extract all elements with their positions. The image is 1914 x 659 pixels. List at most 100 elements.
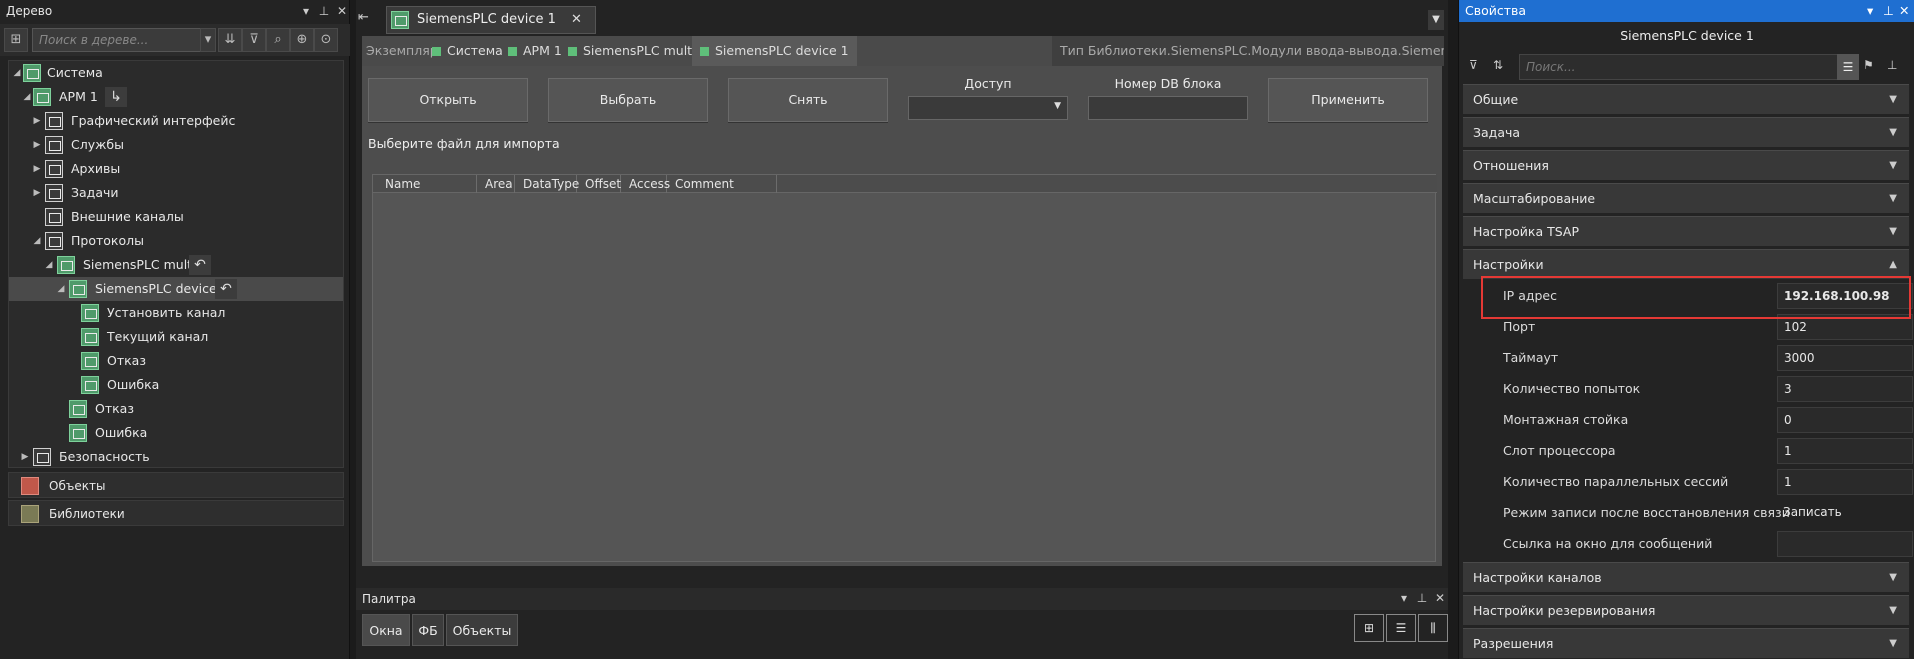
timeout-input[interactable]: 3000 [1777, 345, 1913, 371]
column-datatype[interactable]: DataType [515, 175, 579, 193]
close-icon[interactable]: ✕ [334, 3, 350, 19]
pin-icon[interactable]: ⊥ [1414, 590, 1430, 606]
dropdown-icon[interactable]: ▾ [1867, 0, 1873, 22]
sort-icon[interactable]: ⇅ [1493, 58, 1503, 72]
signal-icon [69, 400, 87, 418]
tree-item-siemens-multi[interactable]: ◢ SiemensPLC multi ↶ [9, 253, 343, 277]
import-label: Выберите файл для импорта [368, 136, 560, 151]
tree-item-current-channel[interactable]: Текущий канал [9, 325, 343, 349]
tree-item-tasks[interactable]: ▶ Задачи [9, 181, 343, 205]
libraries-tab[interactable]: Библиотеки [8, 500, 344, 526]
zoom-in-icon[interactable]: ⊕ [290, 28, 314, 52]
tree-item-error[interactable]: Ошибка [9, 373, 343, 397]
breadcrumb-item[interactable]: Система [432, 36, 503, 66]
slot-input[interactable]: 1 [1777, 438, 1913, 464]
attempts-input[interactable]: 3 [1777, 376, 1913, 402]
close-icon[interactable]: ✕ [571, 7, 582, 33]
column-name[interactable]: Name [377, 175, 477, 193]
access-select[interactable]: ▼ [908, 96, 1068, 120]
open-button[interactable]: Открыть [368, 78, 528, 122]
dropdown-icon[interactable]: ▾ [1396, 590, 1412, 606]
column-access[interactable]: Access [621, 175, 670, 193]
list-view-icon[interactable]: ☰ [1837, 54, 1859, 80]
column-comment[interactable]: Comment [667, 175, 777, 193]
breadcrumb-item-current[interactable]: SiemensPLC device 1 [692, 36, 857, 66]
tree-item-protocols[interactable]: ◢ Протоколы [9, 229, 343, 253]
breadcrumb-item[interactable]: АРМ 1 [508, 36, 562, 66]
section-task[interactable]: Задача ▼ [1463, 117, 1909, 147]
column-area[interactable]: Area [477, 175, 515, 193]
tree-item-system[interactable]: ◢ Система [9, 61, 343, 85]
filter-collapse-icon[interactable]: ⇊ [218, 28, 242, 52]
properties-search-input[interactable]: Поиск... [1519, 54, 1839, 80]
tree-structure-icon[interactable]: ⊞ [4, 28, 28, 52]
close-icon[interactable]: ✕ [1899, 0, 1909, 22]
return-icon[interactable]: ↶ [189, 255, 211, 275]
chevron-down-icon[interactable]: ▾ [200, 28, 216, 52]
collapsed-arrow-icon[interactable]: ▶ [31, 181, 43, 205]
tree-item-services[interactable]: ▶ Службы [9, 133, 343, 157]
section-scaling[interactable]: Масштабирование ▼ [1463, 183, 1909, 213]
return-icon[interactable]: ↶ [215, 279, 237, 299]
collapsed-arrow-icon[interactable]: ▶ [19, 445, 31, 469]
filter-icon[interactable]: ⊽ [242, 28, 266, 52]
expanded-arrow-icon[interactable]: ◢ [31, 229, 43, 253]
column-view-icon[interactable]: ⫼ [1418, 614, 1448, 642]
section-tsap[interactable]: Настройка TSAP ▼ [1463, 216, 1909, 246]
select-button[interactable]: Выбрать [548, 78, 708, 122]
flag-icon[interactable]: ⚑ [1863, 58, 1874, 72]
tree-item-set-channel[interactable]: Установить канал [9, 301, 343, 325]
search-icon[interactable]: ⌕ [266, 28, 290, 52]
tree-item-siemens-device-1[interactable]: ◢ SiemensPLC device 1 ↶ [9, 277, 343, 301]
expanded-arrow-icon[interactable]: ◢ [21, 85, 33, 109]
tree-item-error[interactable]: Ошибка [9, 421, 343, 445]
section-general[interactable]: Общие ▼ [1463, 84, 1909, 114]
breadcrumb-item[interactable]: SiemensPLC multi [568, 36, 696, 66]
tree-search-input[interactable]: Поиск в дереве... [32, 28, 202, 52]
palette-tab-objects[interactable]: Объекты [446, 614, 518, 646]
palette-tab-fb[interactable]: ФБ [412, 614, 444, 646]
link-icon[interactable]: ↳ [105, 87, 127, 107]
db-number-input[interactable] [1088, 96, 1248, 120]
section-settings[interactable]: Настройки ▲ [1463, 249, 1909, 279]
message-window-input[interactable] [1777, 531, 1913, 557]
tab-list-icon[interactable]: ⇤ [358, 10, 376, 30]
prop-sessions: Количество параллельных сессий 1 [1463, 466, 1913, 497]
apply-button[interactable]: Применить [1268, 78, 1428, 122]
tree-item-arm1[interactable]: ◢ АРМ 1 ↳ [9, 85, 343, 109]
tree-item-external-channels[interactable]: Внешние каналы [9, 205, 343, 229]
pin-icon[interactable]: ⊥ [1883, 0, 1894, 22]
expanded-arrow-icon[interactable]: ◢ [43, 253, 55, 277]
overflow-menu-icon[interactable]: ▼ [1428, 10, 1444, 30]
column-offset[interactable]: Offset [577, 175, 621, 193]
palette-tab-windows[interactable]: Окна [362, 614, 410, 646]
tree-item-failure[interactable]: Отказ [9, 397, 343, 421]
tree-item-gui[interactable]: ▶ Графический интерфейс [9, 109, 343, 133]
objects-tab[interactable]: Объекты [8, 472, 344, 498]
tab-siemens-device-1[interactable]: SiemensPLC device 1 ✕ [386, 6, 596, 34]
dropdown-icon[interactable]: ▾ [298, 3, 314, 19]
section-permissions[interactable]: Разрешения ▼ [1463, 628, 1909, 658]
tree-item-archives[interactable]: ▶ Архивы [9, 157, 343, 181]
section-relations[interactable]: Отношения ▼ [1463, 150, 1909, 180]
expanded-arrow-icon[interactable]: ◢ [11, 61, 23, 85]
table-view-icon[interactable]: ☰ [1386, 614, 1416, 642]
grid-view-icon[interactable]: ⊞ [1354, 614, 1384, 642]
pin-icon[interactable]: ⊥ [316, 3, 332, 19]
zoom-icon[interactable]: ⊙ [314, 28, 338, 52]
close-icon[interactable]: ✕ [1432, 590, 1448, 606]
collapsed-arrow-icon[interactable]: ▶ [31, 133, 43, 157]
tree-item-failure[interactable]: Отказ [9, 349, 343, 373]
section-redundancy[interactable]: Настройки резервирования ▼ [1463, 595, 1909, 625]
expanded-arrow-icon[interactable]: ◢ [55, 277, 67, 301]
tree-item-security[interactable]: ▶ Безопасность [9, 445, 343, 469]
section-channel-settings[interactable]: Настройки каналов ▼ [1463, 562, 1909, 592]
collapsed-arrow-icon[interactable]: ▶ [31, 109, 43, 133]
filter-icon[interactable]: ⊽ [1469, 58, 1478, 72]
pin-icon[interactable]: ⊥ [1887, 58, 1897, 72]
collapsed-arrow-icon[interactable]: ▶ [31, 157, 43, 181]
sessions-input[interactable]: 1 [1777, 469, 1913, 495]
write-mode-select[interactable]: Записать измененные [1777, 500, 1913, 543]
remove-button[interactable]: Снять [728, 78, 888, 122]
rack-input[interactable]: 0 [1777, 407, 1913, 433]
